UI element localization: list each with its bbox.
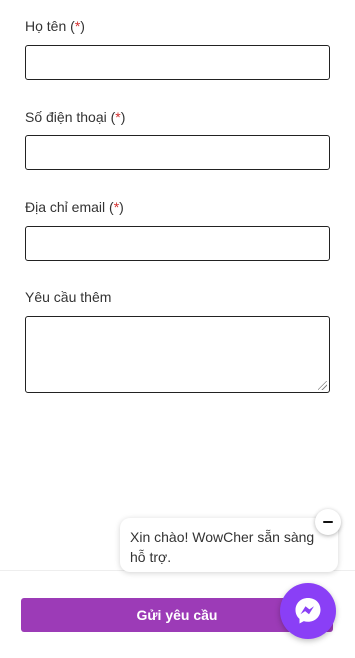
required-marker: (*) (110, 109, 126, 125)
email-input[interactable] (25, 226, 330, 261)
required-marker: (*) (70, 18, 85, 34)
request-field: Yêu cầu thêm (25, 288, 330, 393)
contact-form-page: Họ tên (*) Số điện thoại (*) Địa chỉ ema… (0, 0, 355, 658)
phone-label: Số điện thoại (*) (25, 109, 126, 125)
chat-greeting-text: Xin chào! WowCher sẵn sàng hỗ trợ. (130, 529, 315, 565)
chat-minimize-button[interactable] (315, 509, 341, 535)
request-textarea[interactable] (25, 316, 330, 393)
request-label: Yêu cầu thêm (25, 289, 112, 305)
name-label: Họ tên (*) (25, 18, 85, 34)
name-field: Họ tên (*) (25, 17, 330, 80)
email-field: Địa chỉ email (*) (25, 198, 330, 261)
resize-grip-icon[interactable] (318, 381, 327, 390)
required-marker: (*) (109, 199, 124, 215)
messenger-chat-button[interactable] (280, 583, 336, 639)
minus-icon (323, 521, 333, 523)
chat-greeting-bubble[interactable]: Xin chào! WowCher sẵn sàng hỗ trợ. (120, 518, 338, 572)
phone-input[interactable] (25, 135, 330, 170)
phone-field: Số điện thoại (*) (25, 108, 330, 170)
name-input[interactable] (25, 45, 330, 80)
email-label: Địa chỉ email (*) (25, 199, 124, 215)
messenger-icon (295, 598, 321, 624)
